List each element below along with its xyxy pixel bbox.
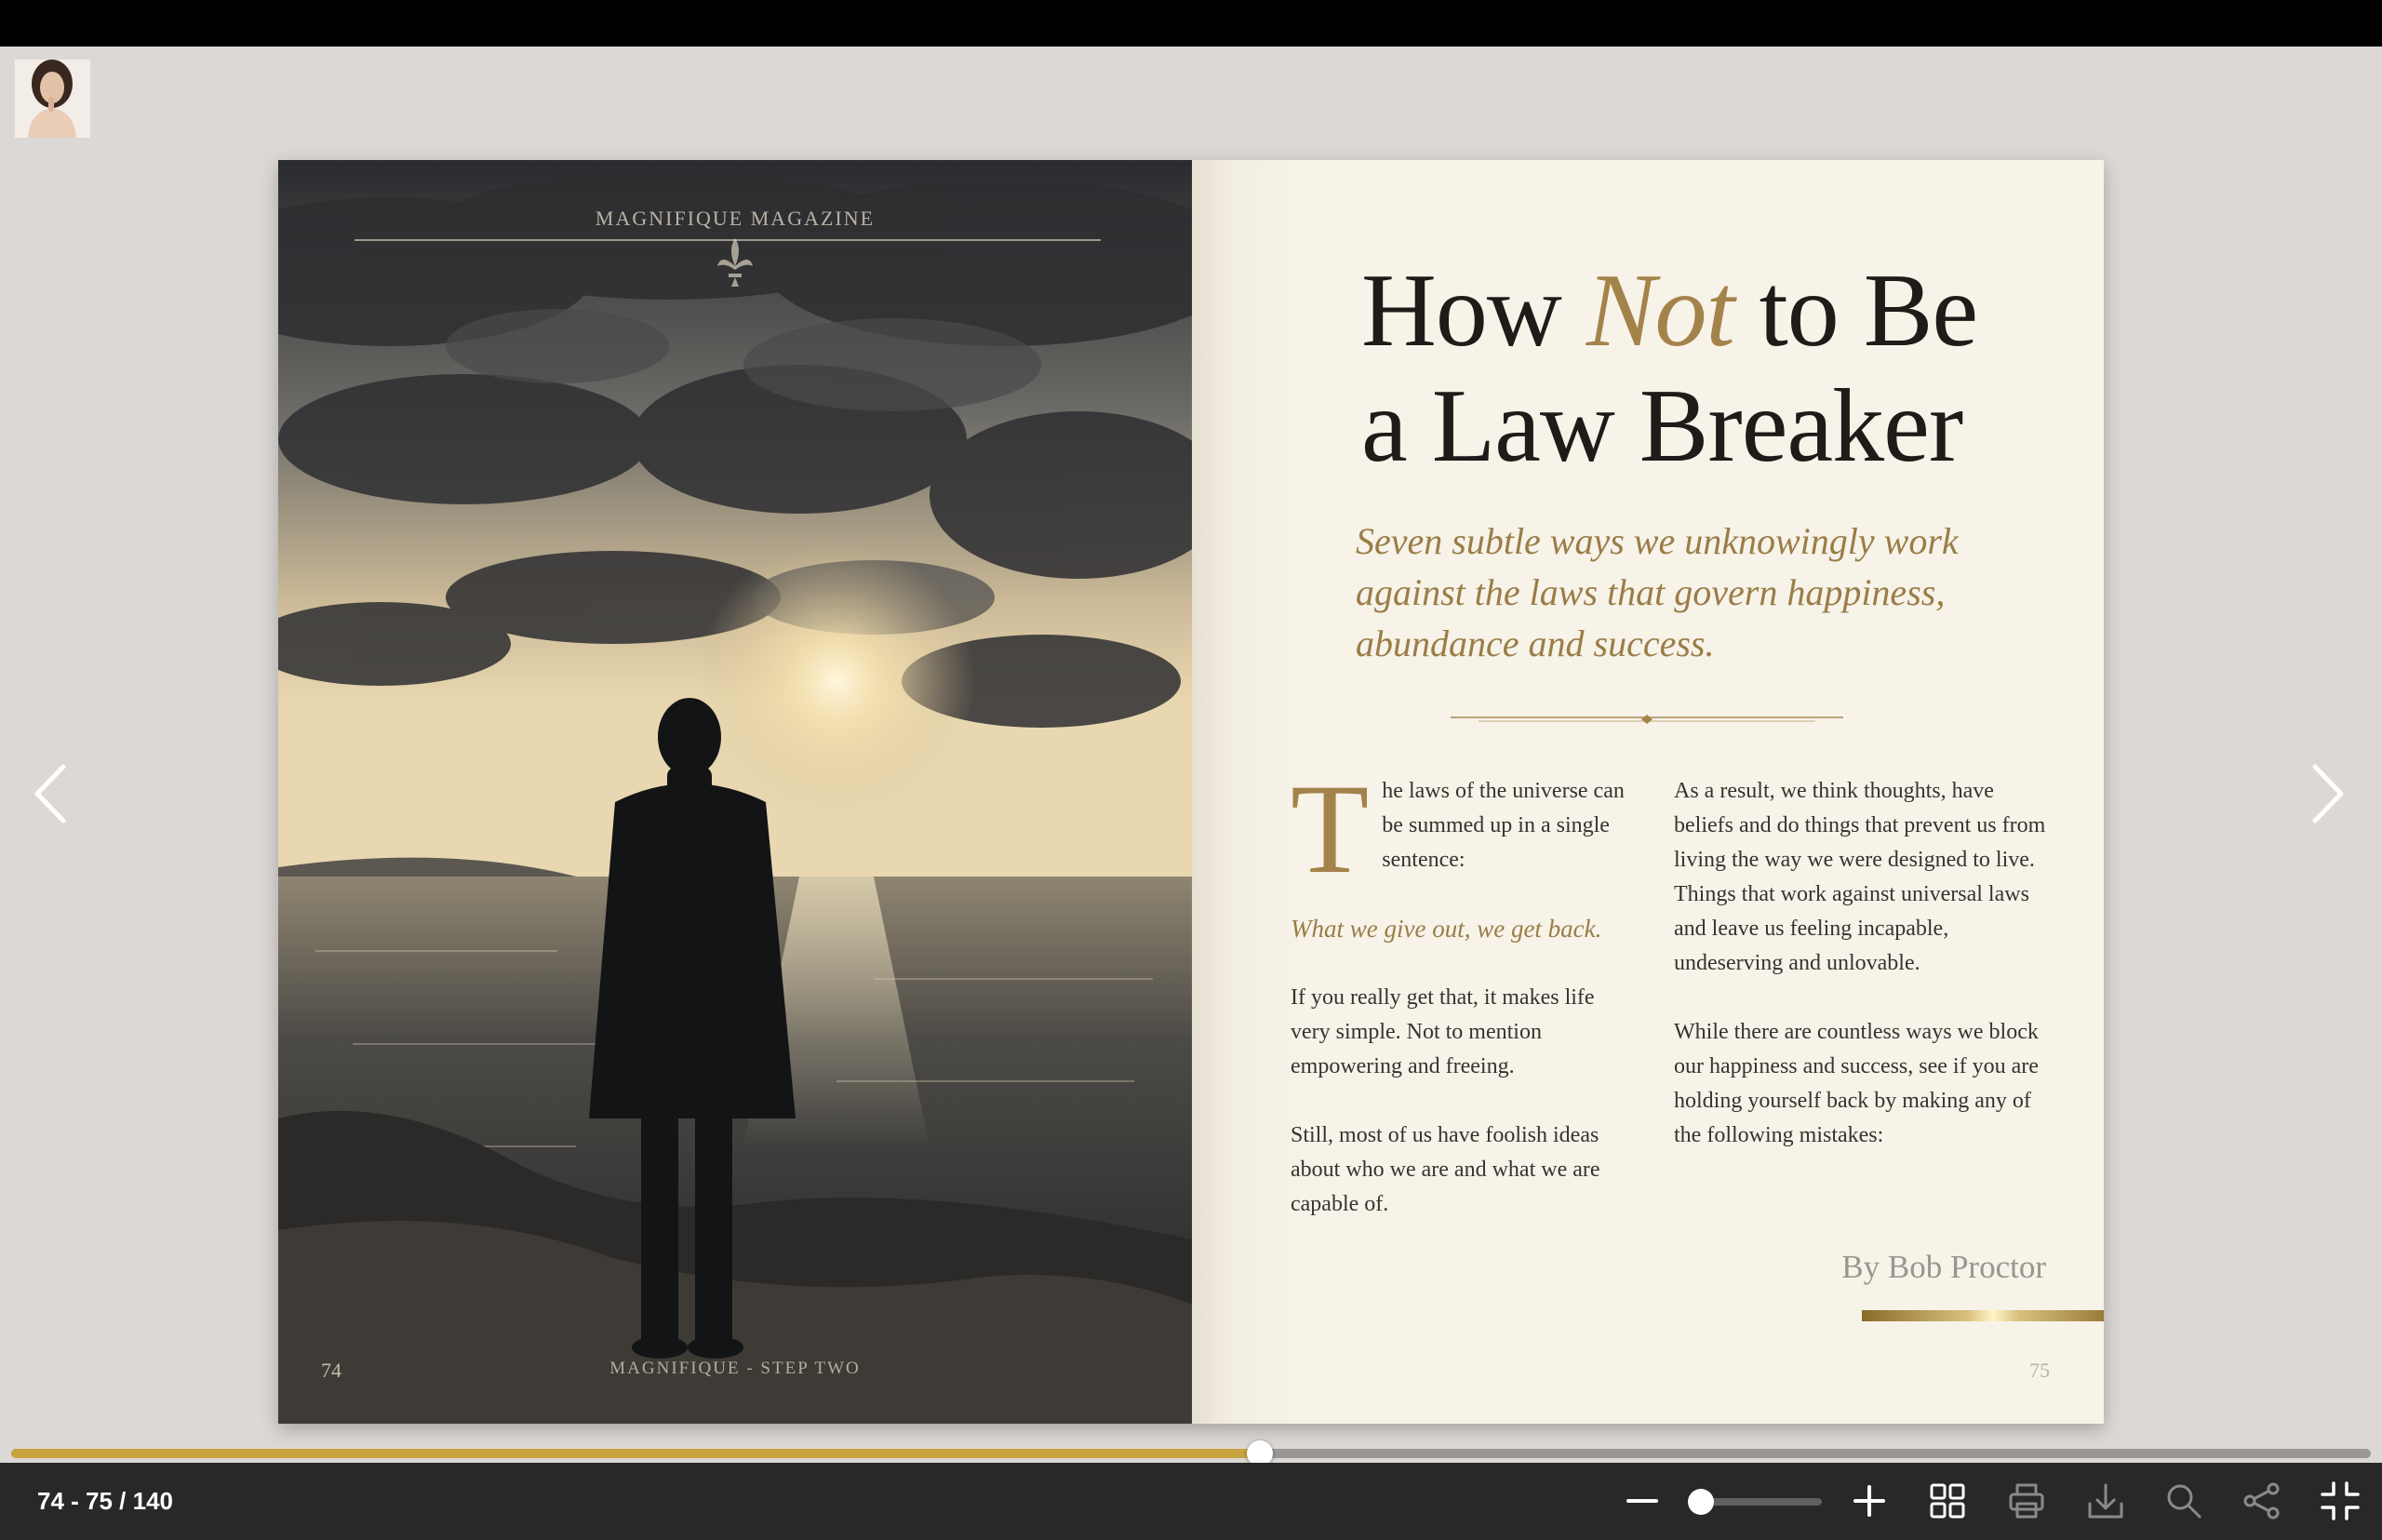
title-text: How bbox=[1361, 253, 1586, 368]
seascape-photo bbox=[278, 160, 1192, 1424]
right-page-number: 75 bbox=[2029, 1359, 2050, 1382]
share-icon bbox=[2243, 1482, 2280, 1520]
page-indicator: 74 - 75 / 140 bbox=[37, 1487, 173, 1515]
col1-paragraph-3: Still, most of us have foolish ideas abo… bbox=[1291, 1123, 1600, 1216]
author-byline: By Bob Proctor bbox=[1841, 1249, 2046, 1285]
title-line-2: a Law Breaker bbox=[1361, 368, 1963, 484]
fleur-de-lis-icon bbox=[717, 238, 753, 287]
minus-icon bbox=[1626, 1499, 1658, 1503]
magazine-spread: MAGNIFIQUE MAGAZINE 74 MAGNIFIQUE - STEP… bbox=[278, 160, 2104, 1424]
left-masthead: MAGNIFIQUE MAGAZINE bbox=[595, 207, 876, 230]
gold-accent-bar bbox=[1862, 1310, 2104, 1321]
publisher-avatar[interactable] bbox=[15, 60, 90, 138]
ornamental-divider bbox=[1451, 715, 1843, 724]
title-accent: Not bbox=[1586, 253, 1735, 368]
thumbnails-button[interactable] bbox=[1926, 1480, 1969, 1522]
progress-fill bbox=[11, 1449, 1260, 1458]
drop-cap: T bbox=[1291, 757, 1370, 900]
search-icon bbox=[2167, 1484, 2201, 1519]
chevron-left-icon bbox=[34, 764, 66, 824]
exit-fullscreen-button[interactable] bbox=[2319, 1480, 2362, 1522]
avatar-image bbox=[15, 60, 90, 138]
right-page[interactable]: How Not to Be a Law Breaker Seven subtle… bbox=[1192, 160, 2104, 1424]
chevron-right-icon bbox=[2312, 764, 2344, 824]
top-bar bbox=[0, 0, 2382, 47]
zoom-slider[interactable] bbox=[1688, 1489, 1822, 1515]
article-column-2: As a result, we think thoughts, have bel… bbox=[1674, 774, 2046, 1187]
bottom-toolbar: 74 - 75 / 140 bbox=[0, 1463, 2382, 1540]
article-title: How Not to Be a Law Breaker bbox=[1361, 253, 2068, 484]
grid-icon bbox=[1930, 1483, 1965, 1519]
pull-quote: What we give out, we get back. bbox=[1291, 915, 1602, 943]
col1-paragraph-2: If you really get that, it makes life ve… bbox=[1291, 985, 1595, 1078]
article-subtitle: Seven subtle ways we unknowingly work ag… bbox=[1356, 520, 1959, 664]
compress-icon bbox=[2321, 1481, 2360, 1520]
zoom-in-button[interactable] bbox=[1848, 1480, 1891, 1522]
printer-icon bbox=[2009, 1483, 2044, 1519]
zoom-handle[interactable] bbox=[1688, 1489, 1714, 1515]
col2-paragraph-2: While there are countless ways we block … bbox=[1674, 1020, 2039, 1147]
search-button[interactable] bbox=[2162, 1480, 2205, 1522]
plus-icon bbox=[1853, 1485, 1885, 1517]
left-page[interactable]: MAGNIFIQUE MAGAZINE 74 MAGNIFIQUE - STEP… bbox=[278, 160, 1192, 1424]
page-progress-slider[interactable] bbox=[11, 1440, 2371, 1466]
next-page-button[interactable] bbox=[2304, 761, 2350, 826]
article-column-1: The laws of the universe can be summed u… bbox=[1291, 757, 1626, 1256]
download-icon bbox=[2088, 1483, 2123, 1519]
share-button[interactable] bbox=[2241, 1480, 2283, 1522]
col1-paragraph-1: he laws of the universe can be summed up… bbox=[1382, 779, 1625, 872]
zoom-out-button[interactable] bbox=[1621, 1480, 1664, 1522]
previous-page-button[interactable] bbox=[28, 761, 74, 826]
col2-paragraph-1: As a result, we think thoughts, have bel… bbox=[1674, 779, 2046, 975]
left-footer: MAGNIFIQUE - STEP TWO bbox=[609, 1359, 861, 1378]
print-button[interactable] bbox=[2005, 1480, 2048, 1522]
title-text-end: to Be bbox=[1733, 253, 1979, 368]
download-button[interactable] bbox=[2084, 1480, 2127, 1522]
